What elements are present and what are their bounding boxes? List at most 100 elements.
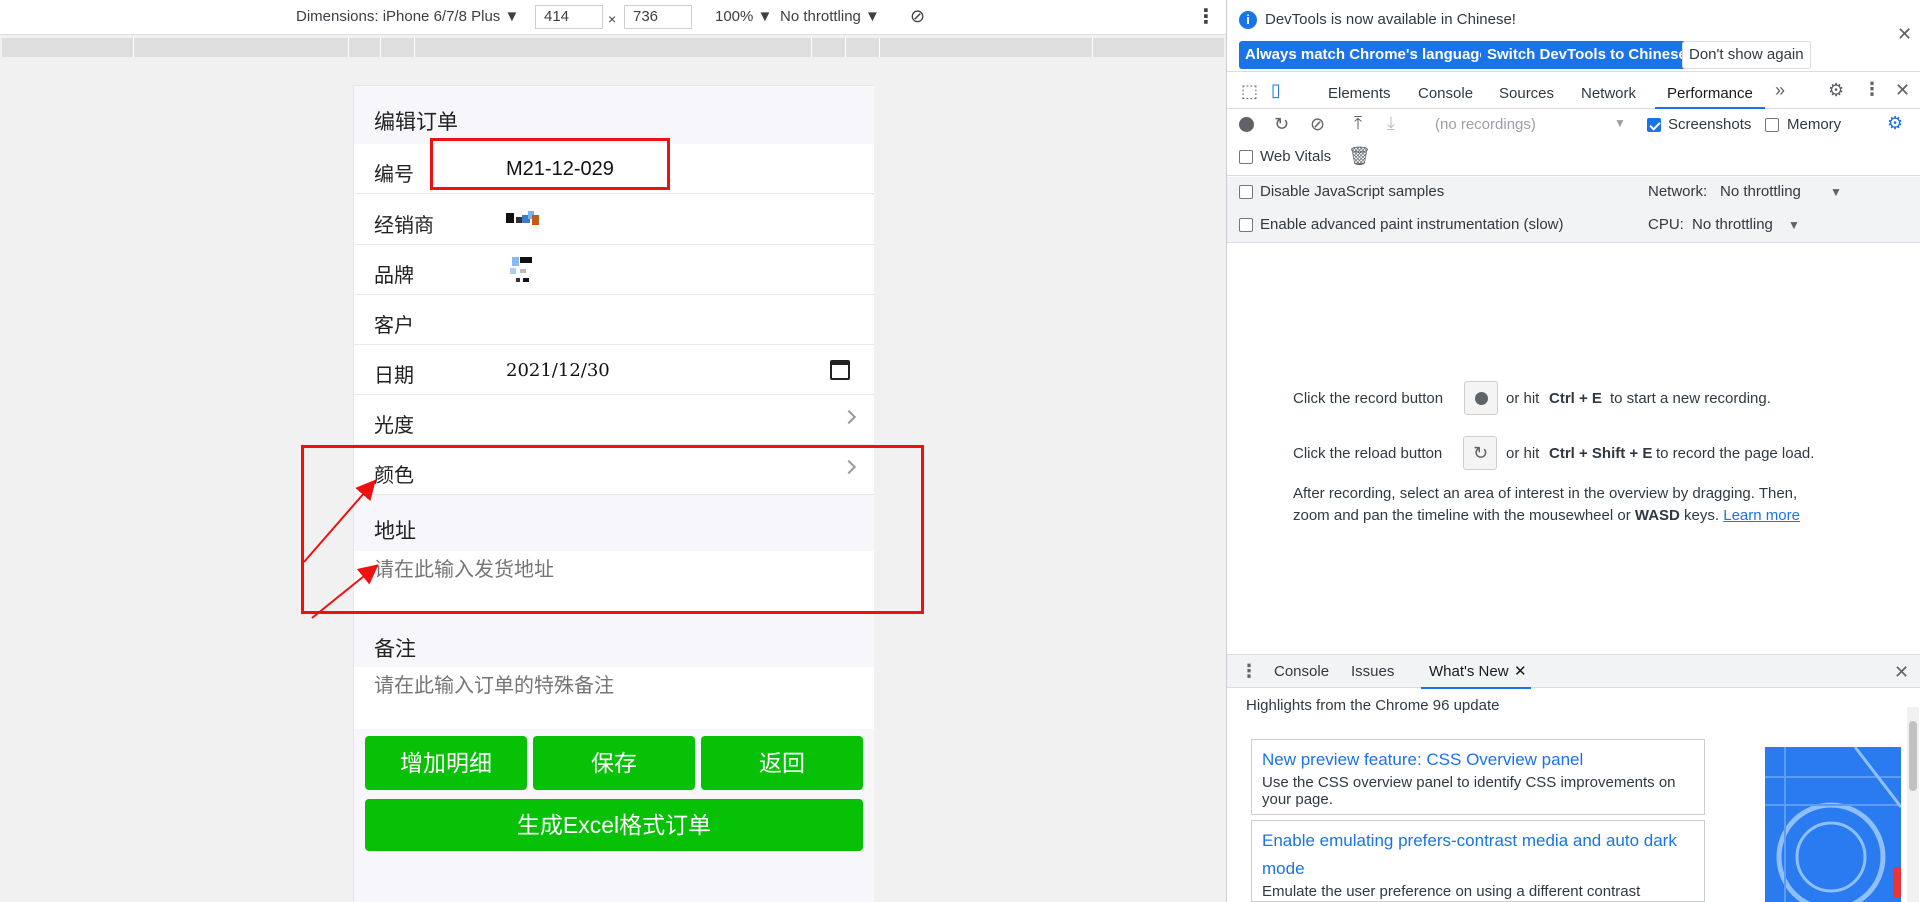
network-throttle-select[interactable]: No throttling [1720,183,1801,200]
close-infobar-icon[interactable]: ✕ [1897,24,1912,45]
brand-value-pixel [512,257,519,266]
media-query-ruler[interactable] [2,38,1224,57]
row-gloss[interactable]: 光度 [354,395,874,445]
screenshots-checkbox[interactable] [1647,118,1661,132]
tab-console[interactable]: Console [1418,85,1473,102]
zoom-label: 100% [715,8,754,25]
network-dropdown-icon[interactable]: ▼ [1830,185,1842,199]
reload-hint-text: Click the reload button [1293,445,1443,462]
always-match-language-button[interactable]: Always match Chrome's language [1239,41,1494,69]
cpu-throttle-select[interactable]: No throttling [1692,216,1773,233]
drawer-scrollbar[interactable] [1907,707,1919,902]
record-icon[interactable] [1239,117,1254,132]
advanced-paint-checkbox[interactable] [1239,218,1253,232]
throttle-select[interactable]: No throttling ▼ [780,8,880,25]
switch-to-chinese-button[interactable]: Switch DevTools to Chinese [1481,41,1693,69]
disable-js-samples-label: Disable JavaScript samples [1260,183,1445,200]
tab-sources[interactable]: Sources [1499,85,1554,102]
cpu-dropdown-icon[interactable]: ▼ [1788,218,1800,232]
close-drawer-icon[interactable]: ✕ [1894,663,1909,681]
date-value[interactable]: 2021/12/30 [506,360,610,381]
devtools-panel: i DevTools is now available in Chinese! … [1226,0,1920,902]
annotation-box-number [430,138,670,190]
reload-hint-button[interactable]: ↻ [1463,436,1497,470]
record-icon [1475,392,1488,405]
throttle-label: No throttling [780,8,861,25]
load-profile-icon[interactable]: ⤒ [1354,114,1362,132]
settings-gear-icon[interactable]: ⚙ [1828,81,1844,99]
record-hint-button[interactable] [1464,381,1498,415]
edit-order-header: 编辑订单 [354,86,874,144]
record-hint-rest: to start a new recording. [1610,390,1771,407]
remark-input[interactable] [354,667,874,729]
brand-value-pixel [516,278,520,282]
times-sign: × [608,11,617,27]
brand-label: 品牌 [374,265,414,287]
more-options-icon[interactable]: ⋮ [1196,4,1216,29]
device-select[interactable]: Dimensions: iPhone 6/7/8 Plus ▼ [296,8,519,25]
drawer-tab-console[interactable]: Console [1274,663,1329,680]
add-detail-button[interactable]: 增加明细 [365,736,527,790]
reload-record-icon[interactable]: ↻ [1274,115,1289,133]
web-vitals-checkbox[interactable] [1239,150,1253,164]
row-dealer[interactable]: 经销商 [354,195,874,245]
clear-icon[interactable]: ⊘ [1310,115,1325,133]
tab-performance[interactable]: Performance [1667,85,1753,102]
close-devtools-icon[interactable]: ✕ [1895,81,1910,99]
row-brand[interactable]: 品牌 [354,245,874,295]
zoom-select[interactable]: 100% ▼ [715,8,772,25]
disable-js-samples-checkbox[interactable] [1239,185,1253,199]
remark-section-title: 备注 [354,613,874,669]
width-input[interactable]: 414 [535,5,603,29]
more-tabs-icon[interactable]: » [1775,81,1785,99]
tab-network[interactable]: Network [1581,85,1636,102]
customize-menu-icon[interactable]: ⋮ [1863,80,1881,98]
feature-card-prefers-contrast[interactable]: Enable emulating prefers-contrast media … [1251,820,1705,902]
arrow-to-color [303,479,376,563]
card-title[interactable]: New preview feature: CSS Overview panel [1252,740,1704,774]
remark-title: 备注 [374,638,416,661]
recordings-dropdown-icon[interactable]: ▼ [1614,116,1626,130]
scrollbar-thumb[interactable] [1909,721,1917,791]
advanced-paint-label: Enable advanced paint instrumentation (s… [1260,216,1564,233]
brand-value-pixel [520,257,532,263]
tab-elements[interactable]: Elements [1328,85,1391,102]
learn-more-link[interactable]: Learn more [1723,507,1800,524]
dont-show-again-button[interactable]: Don't show again [1682,41,1811,69]
save-profile-icon: ⤓ [1387,113,1395,133]
highlights-heading: Highlights from the Chrome 96 update [1246,697,1500,714]
recordings-select[interactable]: (no recordings) [1435,116,1536,133]
record-hint-text: Click the record button [1293,390,1444,407]
brand-value-pixel [510,268,516,274]
row-date[interactable]: 日期 2021/12/30 [354,345,874,395]
drawer-tab-issues[interactable]: Issues [1351,663,1394,680]
inspect-element-icon[interactable]: ⬚ [1241,82,1258,100]
trash-icon[interactable]: 🗑 [1348,147,1371,165]
drawer-tab-whats-new[interactable]: What's New [1429,663,1509,680]
drawer-menu-icon[interactable]: ⋮ [1240,662,1258,680]
dealer-value-pixel [532,215,539,225]
performance-toolbar: ↻ ⊘ ⤒ ⤓ (no recordings) ▼ Screenshots Me… [1227,110,1920,176]
number-label: 编号 [374,164,414,186]
card-description: Emulate the user preference on using a d… [1262,883,1641,900]
gloss-label: 光度 [374,415,414,437]
after-recording-line1: After recording, select an area of inter… [1293,485,1798,502]
close-tab-icon[interactable]: ✕ [1514,662,1527,680]
generate-excel-button[interactable]: 生成Excel格式订单 [365,799,863,851]
rotate-icon[interactable]: ⊘ [910,6,925,27]
memory-checkbox[interactable] [1765,118,1779,132]
height-input[interactable]: 736 [624,5,692,29]
annotation-arrows [303,479,379,619]
back-button[interactable]: 返回 [701,736,863,790]
capture-settings-pane: Disable JavaScript samples Enable advanc… [1227,177,1920,243]
device-toolbar-icon[interactable]: ▯ [1271,81,1281,99]
feature-card-css-overview[interactable]: New preview feature: CSS Overview panel … [1251,739,1705,815]
card-title[interactable]: Enable emulating prefers-contrast media … [1252,821,1704,883]
devtools-tab-bar: ⬚ ▯ Elements Console Sources Network Per… [1227,73,1920,109]
calendar-icon[interactable] [830,360,850,380]
capture-settings-icon[interactable]: ⚙ [1887,114,1903,132]
row-customer[interactable]: 客户 [354,295,874,345]
reload-hint-rest: to record the page load. [1656,445,1815,462]
save-button[interactable]: 保存 [533,736,695,790]
reload-hint-keys: Ctrl + Shift + E [1549,445,1653,462]
